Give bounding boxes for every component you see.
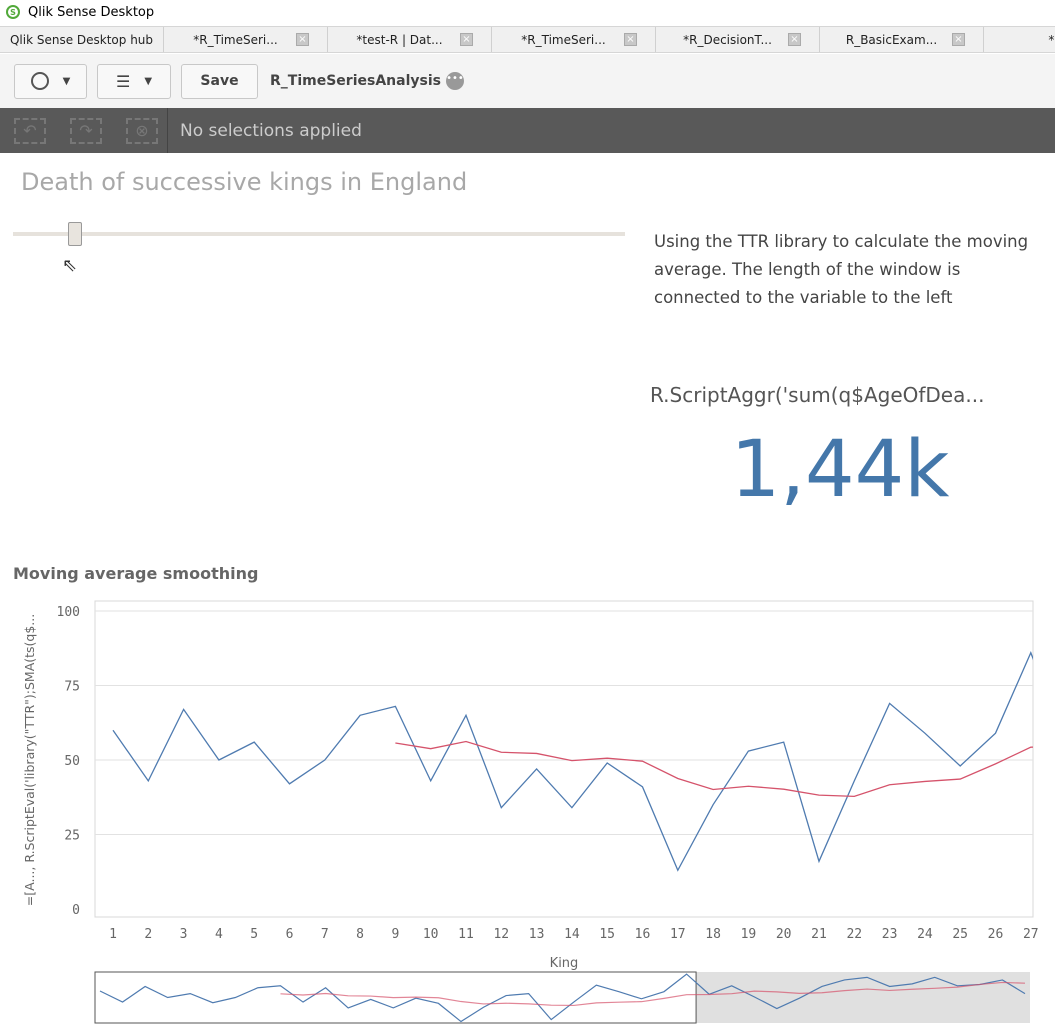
y-tick-label: 25 xyxy=(64,829,80,844)
x-tick-label: 8 xyxy=(356,927,364,942)
x-tick-label: 26 xyxy=(988,927,1004,942)
x-axis-title: King xyxy=(550,956,579,971)
x-tick-label: 13 xyxy=(529,927,545,942)
y-tick-label: 0 xyxy=(72,903,80,918)
x-tick-label: 7 xyxy=(321,927,329,942)
x-tick-label: 17 xyxy=(670,927,686,942)
y-tick-label: 50 xyxy=(64,754,80,769)
x-tick-label: 1 xyxy=(109,927,117,942)
x-tick-label: 6 xyxy=(286,927,294,942)
x-tick-label: 21 xyxy=(811,927,827,942)
y-tick-label: 75 xyxy=(64,680,80,695)
x-tick-label: 5 xyxy=(250,927,258,942)
x-tick-label: 23 xyxy=(882,927,898,942)
x-tick-label: 19 xyxy=(741,927,757,942)
x-tick-label: 11 xyxy=(458,927,474,942)
x-tick-label: 12 xyxy=(493,927,509,942)
y-axis-title: =[A..., R.ScriptEval('library("TTR");SMA… xyxy=(22,614,37,906)
x-tick-label: 10 xyxy=(423,927,439,942)
x-tick-label: 2 xyxy=(144,927,152,942)
x-tick-label: 14 xyxy=(564,927,580,942)
x-tick-label: 27 xyxy=(1023,927,1039,942)
x-tick-label: 24 xyxy=(917,927,933,942)
x-tick-label: 4 xyxy=(215,927,223,942)
x-tick-label: 18 xyxy=(705,927,721,942)
x-tick-label: 22 xyxy=(846,927,862,942)
x-tick-label: 3 xyxy=(180,927,188,942)
x-tick-label: 20 xyxy=(776,927,792,942)
x-tick-label: 16 xyxy=(635,927,651,942)
x-tick-label: 15 xyxy=(599,927,615,942)
line-chart[interactable]: 02550751001 2 3 4 5 6 7 8 9 10 11 12 13 14 15 16 17 18 19 2… xyxy=(0,0,1055,1027)
x-tick-label: 9 xyxy=(391,927,399,942)
y-tick-label: 100 xyxy=(57,605,80,620)
x-tick-label: 25 xyxy=(952,927,968,942)
